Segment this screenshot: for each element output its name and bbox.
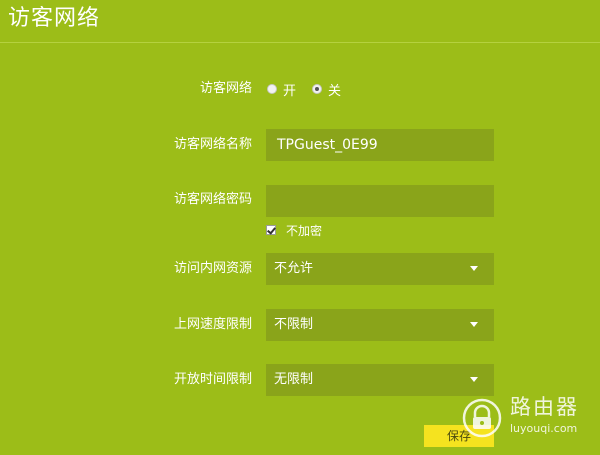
- no-encryption-label: 不加密: [286, 223, 323, 238]
- intranet-access-label: 访问内网资源: [173, 261, 252, 276]
- checkbox-checked-icon: [266, 225, 276, 235]
- network-name-value: TPGuest_0E99: [277, 137, 378, 153]
- watermark: 路由器 luyouqi.com: [462, 392, 594, 442]
- radio-checked-icon: [312, 84, 323, 94]
- chevron-down-icon: [470, 377, 478, 382]
- time-limit-value: 无限制: [274, 372, 314, 387]
- watermark-title: 路由器: [510, 395, 579, 419]
- intranet-access-select[interactable]: 不允许: [266, 253, 494, 285]
- guest-network-on-label: 开: [283, 83, 297, 99]
- time-limit-select[interactable]: 无限制: [266, 364, 494, 396]
- guest-network-radio-group: 开 关: [267, 80, 357, 99]
- network-password-input[interactable]: [266, 185, 494, 217]
- network-name-label: 访客网络名称: [173, 137, 252, 152]
- guest-network-off-label: 关: [328, 83, 342, 99]
- network-name-input[interactable]: TPGuest_0E99: [266, 129, 494, 161]
- radio-unchecked-icon: [267, 84, 277, 94]
- speed-limit-value: 不限制: [274, 317, 314, 332]
- network-password-label: 访客网络密码: [173, 192, 252, 207]
- guest-network-on-radio[interactable]: 开: [267, 80, 296, 99]
- router-lock-icon: [462, 398, 502, 438]
- page-title: 访客网络: [8, 6, 101, 31]
- intranet-access-value: 不允许: [274, 261, 314, 276]
- no-encryption-checkbox[interactable]: 不加密: [266, 222, 322, 238]
- title-divider: [0, 42, 600, 43]
- chevron-down-icon: [470, 266, 478, 271]
- speed-limit-label: 上网速度限制: [173, 317, 252, 332]
- watermark-url: luyouqi.com: [510, 422, 578, 435]
- guest-network-off-radio[interactable]: 关: [312, 80, 341, 99]
- time-limit-label: 开放时间限制: [173, 372, 252, 387]
- chevron-down-icon: [470, 322, 478, 327]
- speed-limit-select[interactable]: 不限制: [266, 309, 494, 341]
- guest-network-label: 访客网络: [199, 81, 252, 96]
